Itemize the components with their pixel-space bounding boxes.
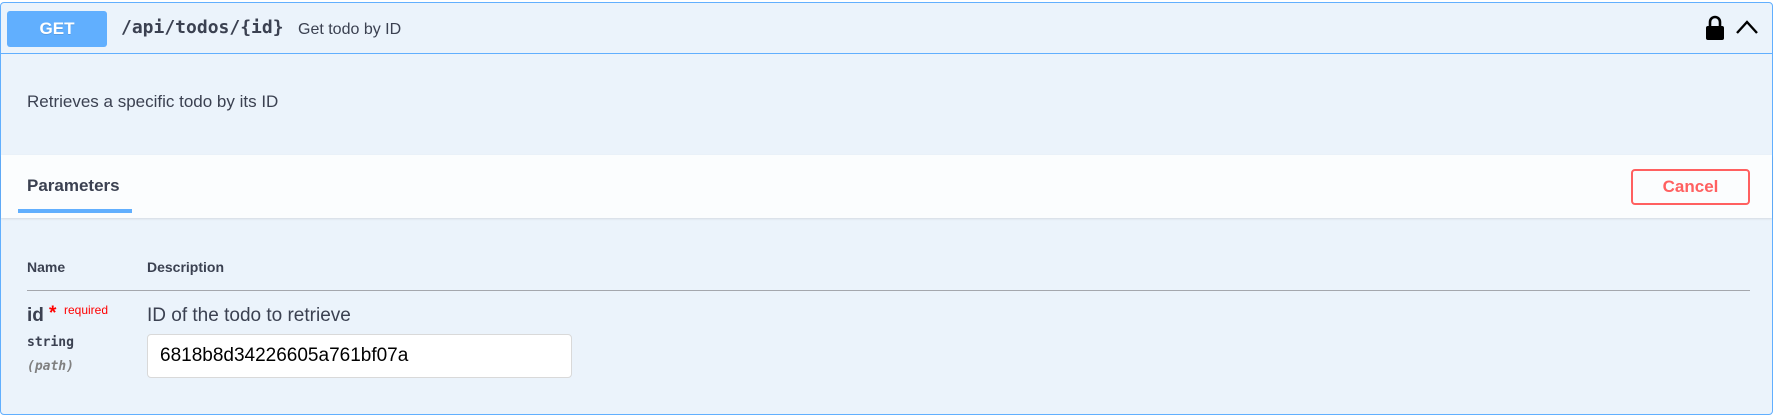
column-header-description: Description [147,259,225,275]
parameters-header: Parameters Cancel [1,155,1772,218]
param-name: id [27,305,44,326]
table-divider [27,290,1750,291]
operation-path: /api/todos/{id} [121,17,284,38]
cancel-button[interactable]: Cancel [1631,169,1750,205]
tab-active-indicator [18,209,132,213]
column-header-name: Name [27,259,66,275]
chevron-up-icon[interactable] [1735,17,1759,37]
operation-summary[interactable]: GET /api/todos/{id} Get todo by ID [1,3,1772,54]
method-badge: GET [7,11,107,47]
id-input[interactable] [147,334,572,378]
required-star: * [49,303,57,324]
required-label: required [64,303,109,317]
operation-description: Retrieves a specific todo by its ID [27,92,279,111]
param-type: string [27,335,74,350]
param-location: (path) [27,359,74,374]
lock-icon[interactable] [1704,15,1726,41]
operation-block: GET /api/todos/{id} Get todo by ID Retri… [0,2,1773,415]
param-description: ID of the todo to retrieve [147,305,351,326]
operation-summary-text: Get todo by ID [298,21,402,38]
tab-parameters[interactable]: Parameters [27,176,120,196]
